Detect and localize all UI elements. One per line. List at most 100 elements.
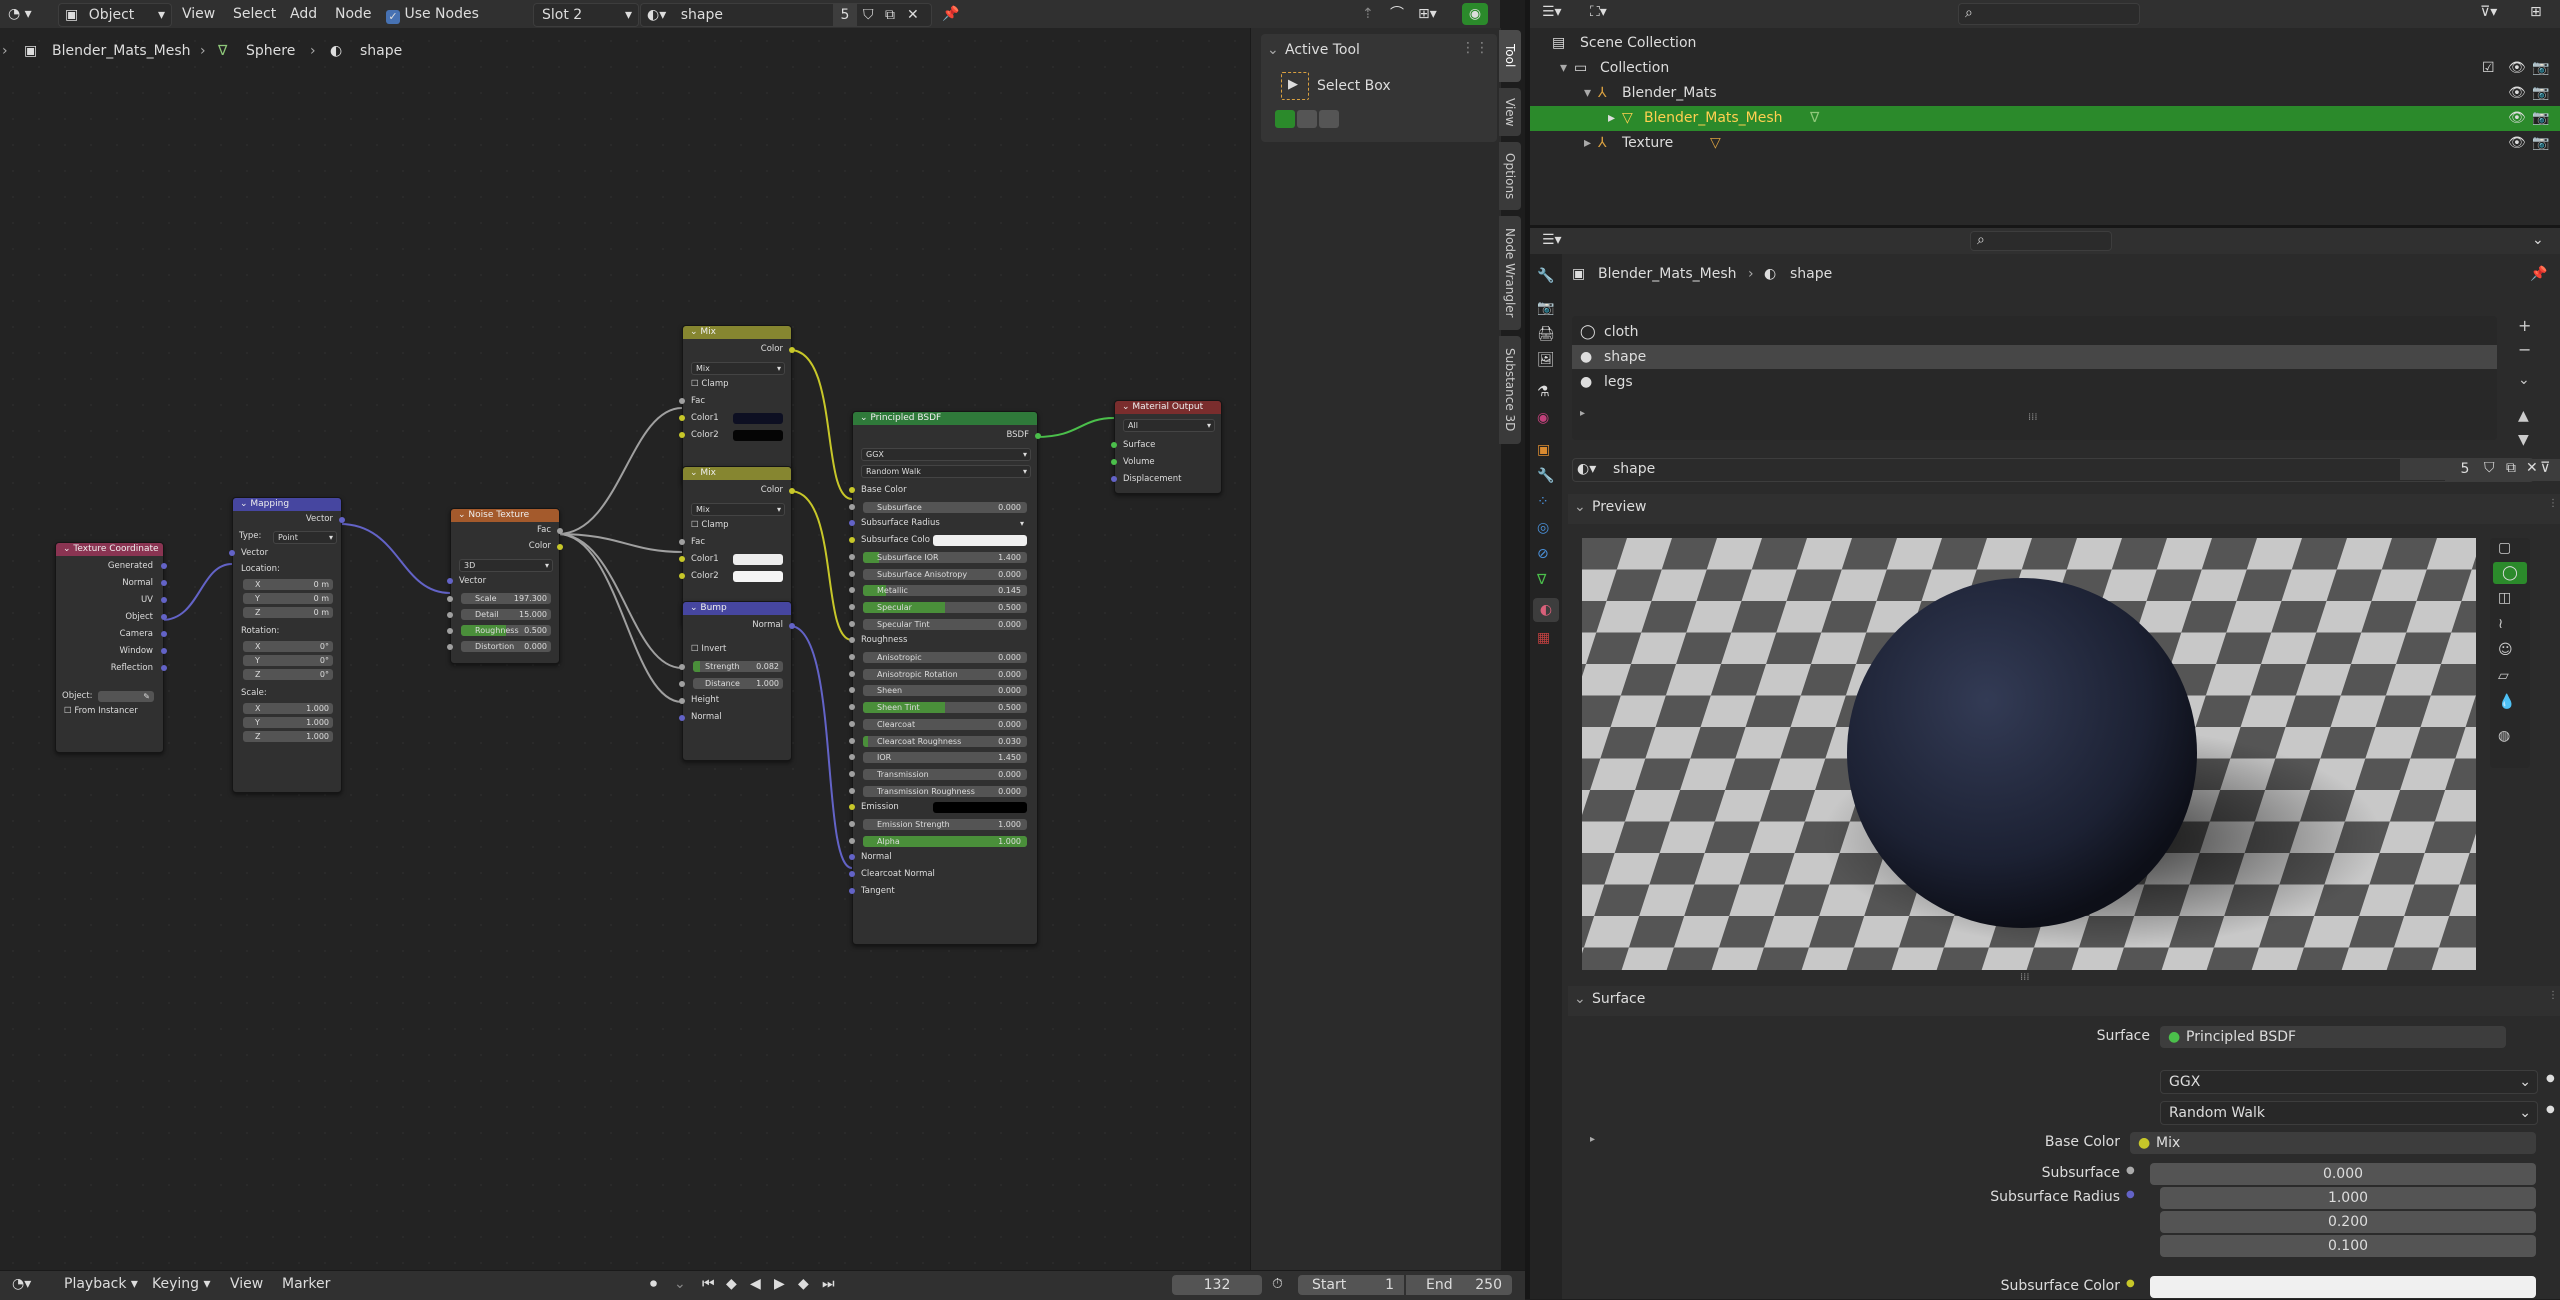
unlink-x-icon[interactable]: ✕ <box>907 4 919 26</box>
input-socket[interactable] <box>679 398 685 404</box>
bsdf-value-field[interactable]: Anisotropic 0.000 <box>863 652 1027 663</box>
menu-node[interactable]: Node <box>335 3 372 25</box>
bsdf-input-row[interactable]: Sheen Tint 0.500 <box>849 701 1037 715</box>
checkbox-checked-icon[interactable]: ☑ <box>2482 56 2495 81</box>
output-socket[interactable] <box>1035 433 1041 439</box>
material-selector[interactable]: ◐▾ shape 5 ⛉ ⧉ ✕ <box>640 3 932 27</box>
bsdf-value-field[interactable]: Clearcoat 0.000 <box>863 718 1027 730</box>
camera-icon[interactable]: 📷 <box>2532 81 2549 106</box>
rotation-y-field[interactable]: Y 0° <box>243 655 333 666</box>
node-mix-1[interactable]: ⌄ Mix Color Mix ▾ ☐ Clamp Fac Color1 Colo… <box>679 325 795 485</box>
bsdf-input-row[interactable]: Specular Tint 0.000 <box>849 618 1037 632</box>
tab-options[interactable]: Options <box>1499 142 1521 210</box>
preview-world-icon[interactable]: ◍ <box>2498 728 2510 744</box>
preview-hair-icon[interactable]: ≀ <box>2498 616 2503 632</box>
mapping-type-dropdown[interactable]: Point ▾ <box>273 531 337 544</box>
blend-mode-dropdown[interactable]: Mix ▾ <box>691 362 785 375</box>
input-socket[interactable] <box>849 620 855 627</box>
bsdf-input-row[interactable]: Emission <box>849 801 1037 815</box>
bsdf-value-field[interactable]: Specular Tint 0.000 <box>863 618 1027 630</box>
input-socket[interactable] <box>849 670 855 677</box>
bsdf-input-row[interactable]: Specular 0.500 <box>849 601 1037 615</box>
bsdf-input-row[interactable]: Transmission 0.000 <box>849 768 1037 782</box>
menu-view[interactable]: View <box>230 1276 263 1292</box>
input-socket[interactable] <box>849 704 855 711</box>
input-socket[interactable] <box>849 837 855 844</box>
bsdf-value-field[interactable]: Sheen Tint 0.500 <box>863 702 1027 714</box>
resize-handle-icon[interactable]: ⁞⁞⁞ <box>2028 412 2038 423</box>
object-tab-icon[interactable]: ▣ <box>1537 442 1550 458</box>
play-reverse-icon[interactable]: ◀ <box>750 1276 761 1292</box>
input-socket[interactable] <box>447 578 453 584</box>
fake-user-shield-icon[interactable]: ⛉ <box>2484 460 2495 476</box>
end-frame-field[interactable]: End 250 <box>1406 1275 1512 1295</box>
clamp-checkbox[interactable]: ☐ Clamp <box>683 378 791 391</box>
drag-handle-icon[interactable]: ⋮⋮ <box>2548 990 2560 1001</box>
pin-icon[interactable]: 📌 <box>942 3 959 25</box>
outliner-row-collection[interactable]: ▾ ▭ Collection ☑ 👁 📷 <box>1530 56 2560 81</box>
subsurface-color-swatch[interactable] <box>2150 1276 2536 1298</box>
input-socket[interactable] <box>447 612 453 618</box>
subsurface-radius-z-field[interactable]: 0.100 <box>2160 1235 2536 1257</box>
bsdf-value-field[interactable]: IOR 1.450 <box>863 752 1027 764</box>
bsdf-value-field[interactable]: Metallic 0.145 <box>863 585 1027 597</box>
select-mode-subtract-icon[interactable] <box>1319 110 1339 128</box>
bsdf-input-row[interactable]: Metallic 0.145 <box>849 584 1037 598</box>
eye-icon[interactable]: 👁 <box>2508 56 2526 81</box>
list-item[interactable]: ◯ cloth <box>1572 320 2497 344</box>
rotation-x-field[interactable]: X 0° <box>243 641 333 652</box>
node-mapping[interactable]: ⌄ Mapping Vector Type: Point ▾ Vector Loc… <box>229 497 345 793</box>
subsurface-radius-x-field[interactable]: 1.000 <box>2160 1187 2536 1209</box>
overlay-toggle-icon[interactable]: ◉ <box>1462 3 1488 25</box>
node-noise-texture[interactable]: ⌄ Noise Texture Fac Color 3D ▾ Vector Sca… <box>447 508 563 664</box>
drag-handle-icon[interactable]: ⋮⋮ <box>2548 498 2560 509</box>
filter-icon[interactable]: ⊽▾ <box>2480 4 2497 20</box>
eye-icon[interactable]: 👁 <box>2508 81 2526 106</box>
bsdf-input-row[interactable]: Subsurface Radius ▾ <box>849 517 1037 531</box>
input-socket[interactable] <box>679 539 685 545</box>
texture-tab-icon[interactable]: ▦ <box>1537 630 1550 646</box>
next-keyframe-icon[interactable]: ◆ <box>798 1276 809 1292</box>
surface-panel-header[interactable]: ⌄ Surface ⋮⋮ <box>1568 986 2560 1016</box>
snap-target-icon[interactable]: ⊞▾ <box>1418 3 1437 25</box>
list-item[interactable]: ● legs <box>1572 370 2497 394</box>
eye-icon[interactable]: 👁 <box>2508 131 2526 156</box>
distribution-dropdown[interactable]: GGX ⌄ <box>2160 1070 2538 1094</box>
new-collection-icon[interactable]: ⊞ <box>2530 4 2542 20</box>
invert-checkbox[interactable]: ☐ Invert <box>683 643 791 656</box>
input-socket[interactable] <box>229 550 235 556</box>
bsdf-value-field[interactable]: Transmission 0.000 <box>863 768 1027 780</box>
move-slot-down-icon[interactable]: ▼ <box>2518 432 2529 448</box>
bsdf-dropdown[interactable]: ▾ <box>933 518 1027 529</box>
resize-handle-icon[interactable]: ⁞⁞⁞ <box>2020 972 2030 983</box>
from-instancer-checkbox[interactable]: ☐ From Instancer <box>56 705 163 718</box>
input-socket[interactable] <box>849 654 855 660</box>
output-tab-icon[interactable]: 🖨 <box>1537 326 1555 342</box>
input-socket[interactable] <box>849 737 855 744</box>
bump-strength-field[interactable]: Strength 0.082 <box>693 661 783 672</box>
keyframe-dot-icon[interactable]: ● <box>2546 1073 2555 1084</box>
menu-marker[interactable]: Marker <box>282 1276 330 1292</box>
stopwatch-icon[interactable]: ⏱ <box>1272 1276 1283 1292</box>
use-nodes-toggle[interactable]: ✓ Use Nodes <box>386 3 479 25</box>
slot-specials-icon[interactable]: ⌄ <box>2518 372 2530 388</box>
output-socket[interactable] <box>161 665 167 671</box>
input-socket[interactable] <box>447 628 453 634</box>
input-socket[interactable] <box>849 603 855 610</box>
jump-end-icon[interactable]: ⏭ <box>822 1276 835 1292</box>
bsdf-input-row[interactable]: Base Color <box>849 484 1037 498</box>
location-y-field[interactable]: Y0 m <box>243 593 333 604</box>
view-layer-tab-icon[interactable]: 🖼 <box>1537 352 1555 368</box>
bsdf-input-row[interactable]: IOR 1.450 <box>849 751 1037 765</box>
float-socket-icon[interactable]: ● <box>2126 1165 2135 1176</box>
eye-icon[interactable]: 👁 <box>2508 106 2526 131</box>
bsdf-input-row[interactable]: Anisotropic 0.000 <box>849 651 1037 665</box>
node-texture-coordinate[interactable]: ⌄ Texture Coordinate Generated Normal UV… <box>55 542 167 753</box>
unlink-x-icon[interactable]: ✕ <box>2526 460 2538 476</box>
editor-type-icon[interactable]: ☰▾ <box>1542 232 1562 248</box>
color2-swatch[interactable] <box>733 571 783 582</box>
modifier-tab-icon[interactable]: 🔧 <box>1537 468 1554 484</box>
menu-add[interactable]: Add <box>290 3 317 25</box>
slot-dropdown[interactable]: Slot 2 ▾ <box>533 3 639 27</box>
keyframe-dot-icon[interactable]: ● <box>2546 1104 2555 1115</box>
